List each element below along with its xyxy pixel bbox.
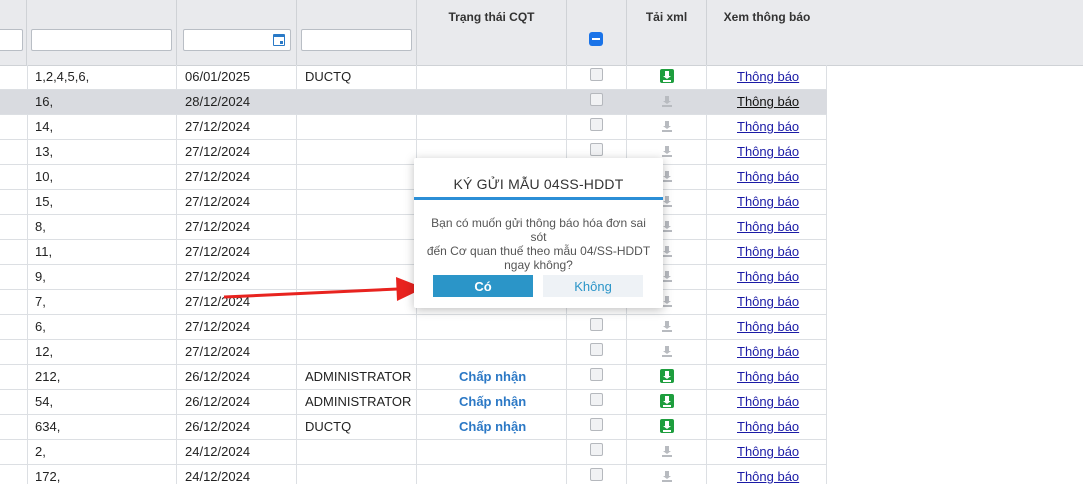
dialog-title-divider	[414, 197, 663, 200]
dialog-title: KÝ GỬI MẪU 04SS-HDDT	[453, 176, 624, 192]
yes-button[interactable]: Có	[433, 275, 533, 297]
dialog-message-line-1: Bạn có muốn gửi thông báo hóa đơn sai só…	[431, 216, 646, 244]
dialog-message-line-3: ngay không?	[504, 258, 573, 272]
confirm-dialog: KÝ GỬI MẪU 04SS-HDDT Bạn có muốn gửi thô…	[414, 158, 663, 308]
dialog-message: Bạn có muốn gửi thông báo hóa đơn sai só…	[422, 216, 655, 272]
invoice-grid-screen: Trạng thái CQT Tải xml Xem thông báo 1,2…	[0, 0, 1083, 484]
no-button[interactable]: Không	[543, 275, 643, 297]
dialog-message-line-2: đến Cơ quan thuế theo mẫu 04/SS-HDDT	[426, 244, 651, 258]
